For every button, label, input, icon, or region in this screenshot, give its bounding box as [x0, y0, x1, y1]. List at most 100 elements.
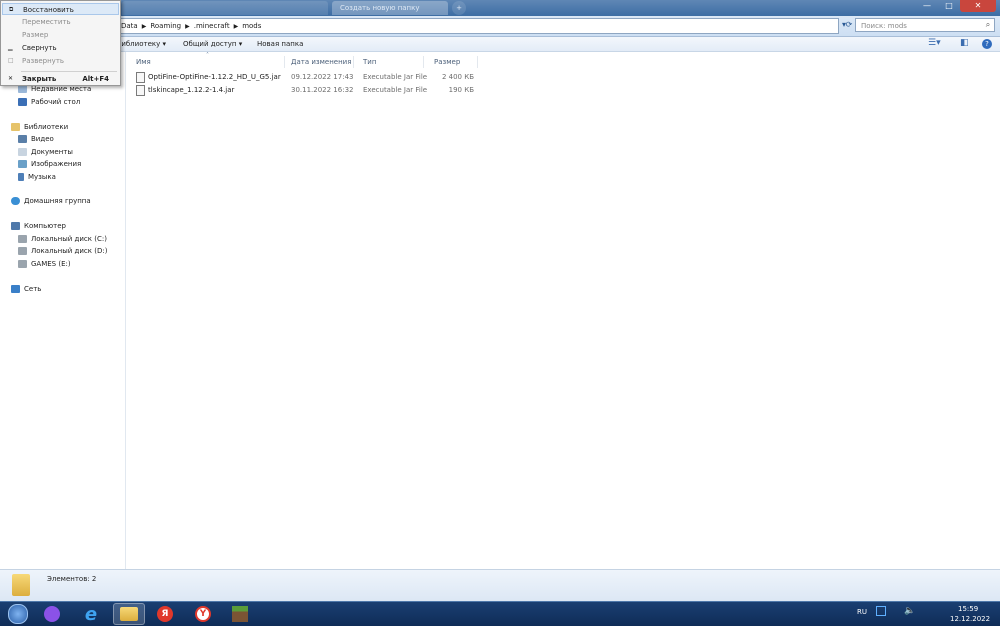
menu-item-close[interactable]: ✕ Закрыть Alt+F4 [2, 73, 119, 85]
tab-strip: Создать новую папку + [122, 1, 466, 15]
taskbar-minecraft[interactable] [224, 603, 256, 625]
folder-icon [12, 574, 30, 596]
help-icon[interactable]: ? [982, 39, 992, 49]
libraries-icon [11, 123, 20, 131]
volume-icon[interactable]: 🔈 [904, 606, 915, 616]
navigation-pane: Недавние места Рабочий стол Библиотеки В… [0, 52, 126, 569]
status-bar: Элементов: 2 [0, 569, 1000, 602]
menu-item-restore[interactable]: ⧉ Восстановить [2, 3, 119, 15]
close-button[interactable]: ✕ [960, 0, 996, 12]
taskbar: e Я Y RU 🔈 15:59 12.12.2022 [0, 601, 1000, 626]
nav-music[interactable]: Музыка [18, 172, 56, 182]
system-menu: ⧉ Восстановить Переместить Размер ▁ Свер… [0, 0, 121, 86]
new-tab-button[interactable]: + [452, 1, 466, 15]
video-icon [18, 135, 27, 143]
nav-label: GAMES (E:) [31, 260, 71, 268]
table-row[interactable]: OptiFine-OptiFine-1.12.2_HD_U_G5.jar 09.… [136, 71, 481, 83]
nav-disk-c[interactable]: Локальный диск (C:) [18, 234, 107, 244]
taskbar-alice[interactable] [36, 603, 68, 625]
jar-file-icon [136, 72, 145, 83]
share-label: Общий доступ [183, 40, 237, 48]
nav-libraries[interactable]: Библиотеки [11, 122, 68, 132]
nav-label: Компьютер [24, 222, 66, 230]
chevron-right-icon[interactable]: ▶ [142, 23, 147, 30]
command-bar: библиотеку ▾ Общий доступ ▾ Новая папка … [0, 37, 1000, 52]
menu-item-minimize[interactable]: ▁ Свернуть [2, 42, 119, 54]
menu-separator [21, 71, 117, 72]
windows-logo-icon [8, 604, 28, 624]
column-header-date[interactable]: Дата изменения [281, 56, 354, 68]
chevron-right-icon[interactable]: ▶ [185, 23, 190, 30]
file-size: 2 400 КБ [441, 73, 474, 81]
menu-item-move[interactable]: Переместить [2, 16, 119, 28]
taskbar-explorer[interactable] [113, 603, 145, 625]
nav-disk-e[interactable]: GAMES (E:) [18, 259, 71, 269]
nav-label: Библиотеки [24, 123, 69, 131]
new-folder-button[interactable]: Новая папка [257, 39, 303, 49]
column-header-type[interactable]: Тип [353, 56, 424, 68]
drive-icon [18, 247, 27, 255]
add-to-library-button[interactable]: библиотеку ▾ [117, 39, 166, 49]
minimize-button[interactable]: — [916, 0, 938, 12]
menu-label: Восстановить [23, 6, 74, 14]
breadcrumb-data[interactable]: Data [121, 22, 138, 30]
sort-arrow-icon: ˄ [206, 52, 209, 59]
column-header-size[interactable]: Размер [424, 56, 478, 68]
file-date: 09.12.2022 17:43 [291, 73, 354, 81]
file-size: 190 КБ [448, 86, 474, 94]
nav-label: Изображения [31, 160, 82, 168]
table-row[interactable]: tlskincape_1.12.2-1.4.jar 30.11.2022 16:… [136, 84, 481, 96]
tab-1[interactable] [122, 1, 328, 15]
title-bar[interactable]: Создать новую папку + — □ ✕ [0, 0, 1000, 16]
maximize-button[interactable]: □ [938, 0, 960, 12]
start-button[interactable] [2, 603, 34, 625]
taskbar-yandex-browser[interactable]: Y [187, 603, 219, 625]
nav-homegroup[interactable]: Домашняя группа [11, 196, 91, 206]
nav-computer[interactable]: Компьютер [11, 221, 66, 231]
menu-item-size[interactable]: Размер [2, 29, 119, 41]
minecraft-icon [232, 606, 248, 622]
clock-time[interactable]: 15:59 [958, 605, 978, 613]
nav-label: Видео [31, 135, 54, 143]
window-controls: — □ ✕ [916, 0, 996, 12]
refresh-icon[interactable]: ⟳ [843, 19, 855, 31]
folder-icon [120, 607, 138, 621]
clock-date[interactable]: 12.12.2022 [950, 615, 990, 623]
menu-label: Развернуть [22, 57, 65, 65]
search-icon[interactable]: ⌕ [982, 19, 994, 31]
nav-label: Локальный диск (D:) [31, 247, 108, 255]
address-bar[interactable]: Data ▶ Roaming ▶ .minecraft ▶ mods [112, 18, 839, 34]
nav-disk-d[interactable]: Локальный диск (D:) [18, 246, 107, 256]
nav-images[interactable]: Изображения [18, 159, 81, 169]
menu-item-maximize[interactable]: □ Развернуть [2, 55, 119, 67]
preview-pane-icon[interactable]: ◧ [960, 38, 969, 48]
drive-icon [18, 260, 27, 268]
drive-icon [18, 235, 27, 243]
nav-desktop[interactable]: Рабочий стол [18, 97, 80, 107]
search-input[interactable]: Поиск: mods [855, 18, 995, 32]
view-options-icon[interactable]: ☰▾ [928, 38, 941, 48]
nav-documents[interactable]: Документы [18, 147, 73, 157]
menu-label: Свернуть [22, 44, 57, 52]
taskbar-yandex[interactable]: Я [149, 603, 181, 625]
chevron-right-icon[interactable]: ▶ [234, 23, 239, 30]
nav-network[interactable]: Сеть [11, 284, 41, 294]
menu-label: Переместить [22, 18, 71, 26]
alice-icon [44, 606, 60, 622]
taskbar-ie[interactable]: e [75, 603, 107, 625]
file-type: Executable Jar File [363, 73, 428, 81]
breadcrumb-roaming[interactable]: Roaming [150, 22, 181, 30]
language-indicator[interactable]: RU [857, 608, 867, 616]
tab-2[interactable]: Создать новую папку [332, 1, 448, 15]
nav-label: Рабочий стол [31, 98, 81, 106]
nav-video[interactable]: Видео [18, 134, 54, 144]
action-center-icon[interactable] [876, 606, 886, 616]
minimize-icon: ▁ [8, 44, 13, 51]
nav-label: Локальный диск (C:) [31, 235, 107, 243]
breadcrumb-minecraft[interactable]: .minecraft [194, 22, 230, 30]
breadcrumb-mods[interactable]: mods [242, 22, 261, 30]
homegroup-icon [11, 197, 20, 205]
yandex-browser-icon: Y [195, 606, 211, 622]
share-button[interactable]: Общий доступ ▾ [183, 39, 242, 49]
file-type: Executable Jar File [363, 86, 428, 94]
